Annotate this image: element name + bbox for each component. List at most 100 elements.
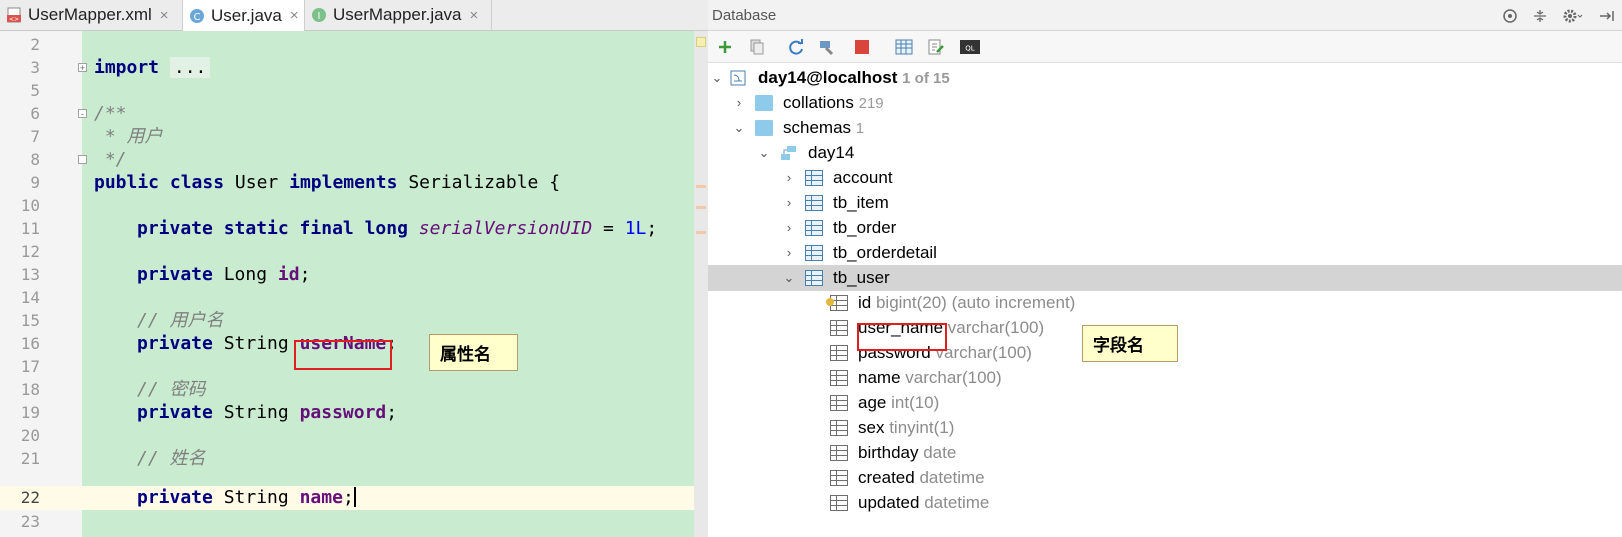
chevron-right-icon[interactable]: › bbox=[782, 190, 796, 216]
tree-node-table[interactable]: › account bbox=[708, 165, 1622, 191]
line-number: 7 bbox=[30, 127, 40, 146]
column-type: tinyint(1) bbox=[889, 418, 955, 437]
chevron-right-icon[interactable]: › bbox=[782, 215, 796, 241]
svg-text:<>: <> bbox=[9, 16, 19, 23]
code-keyword: public bbox=[94, 172, 160, 193]
column-icon bbox=[830, 495, 848, 511]
field-name: id bbox=[277, 264, 300, 285]
code-keyword: import bbox=[94, 57, 160, 78]
type-name: String bbox=[223, 487, 289, 508]
javadoc-open: /** bbox=[94, 103, 127, 124]
column-node[interactable]: created datetime bbox=[708, 465, 1622, 491]
console-label: QL bbox=[965, 45, 975, 53]
column-name: age bbox=[858, 393, 887, 412]
column-node[interactable]: name varchar(100) bbox=[708, 365, 1622, 391]
table-icon[interactable] bbox=[895, 38, 913, 56]
tree-node-table[interactable]: › tb_orderdetail bbox=[708, 240, 1622, 266]
folder-icon bbox=[755, 95, 773, 111]
chevron-down-icon[interactable]: ⌄ bbox=[757, 140, 771, 166]
code-keyword: private static final long bbox=[137, 218, 408, 239]
tree-node-table-selected[interactable]: ⌄ tb_user bbox=[708, 265, 1622, 291]
interface-icon: I bbox=[312, 8, 326, 22]
tree-node-schemas[interactable]: ⌄ schemas 1 bbox=[708, 115, 1622, 141]
highlight-box-column bbox=[857, 323, 947, 351]
chevron-right-icon[interactable]: › bbox=[782, 240, 796, 266]
stop-icon[interactable] bbox=[853, 38, 871, 56]
column-name: id bbox=[858, 293, 872, 312]
refresh-icon[interactable] bbox=[787, 38, 805, 56]
fold-end-icon[interactable] bbox=[78, 155, 87, 164]
folded-imports[interactable]: ... bbox=[169, 57, 211, 78]
tree-node-root[interactable]: ⌄ day14@localhost 1 of 15 bbox=[708, 65, 1622, 91]
column-icon bbox=[830, 320, 848, 336]
code-line: 3 + import ... bbox=[0, 56, 708, 80]
column-name: name bbox=[858, 368, 901, 387]
close-icon[interactable]: × bbox=[290, 7, 299, 24]
column-node[interactable]: age int(10) bbox=[708, 390, 1622, 416]
node-label: collations bbox=[783, 93, 854, 112]
type-name: String bbox=[223, 333, 289, 354]
code-keyword: private bbox=[137, 402, 213, 423]
code-line: 6 - /** bbox=[0, 102, 708, 126]
tab-user-java[interactable]: C User.java × bbox=[183, 0, 305, 31]
code-line: 14 bbox=[0, 286, 708, 310]
semicolon: ; bbox=[646, 218, 658, 239]
add-icon[interactable] bbox=[716, 38, 734, 56]
line-number: 15 bbox=[20, 311, 40, 330]
annotation-property-name: 属性名 bbox=[429, 334, 518, 371]
tab-usermapper-java[interactable]: I UserMapper.java × bbox=[305, 0, 492, 30]
table-label: account bbox=[833, 168, 893, 187]
annotation-column-name: 字段名 bbox=[1082, 325, 1178, 362]
line-number: 13 bbox=[20, 265, 40, 284]
edit-icon[interactable] bbox=[927, 38, 945, 56]
table-icon bbox=[805, 270, 823, 286]
column-name: sex bbox=[858, 418, 885, 437]
svg-text:C: C bbox=[194, 12, 201, 23]
semicolon: ; bbox=[342, 487, 354, 508]
chevron-down-icon[interactable]: ⌄ bbox=[732, 115, 746, 141]
javadoc-text: * 用户 bbox=[94, 126, 163, 147]
column-name: updated bbox=[858, 493, 920, 512]
column-node[interactable]: birthday date bbox=[708, 440, 1622, 466]
tab-label: UserMapper.java bbox=[333, 5, 462, 24]
collapse-icon[interactable] bbox=[1532, 8, 1548, 24]
chevron-down-icon[interactable]: ⌄ bbox=[710, 65, 724, 91]
properties-icon[interactable] bbox=[818, 38, 836, 56]
gear-icon[interactable] bbox=[1562, 8, 1584, 24]
tree-node-table[interactable]: › tb_order bbox=[708, 215, 1622, 241]
line-number: 19 bbox=[20, 403, 40, 422]
code-line: 18 // 密码 bbox=[0, 378, 708, 402]
column-node[interactable]: id bigint(20) (auto increment) bbox=[708, 290, 1622, 316]
close-icon[interactable]: × bbox=[470, 7, 479, 24]
column-node[interactable]: sex tinyint(1) bbox=[708, 415, 1622, 441]
tab-usermapper-xml[interactable]: <> UserMapper.xml × bbox=[0, 0, 183, 30]
folder-icon bbox=[755, 120, 773, 136]
line-number: 11 bbox=[20, 219, 40, 238]
tree-node-schema-day14[interactable]: ⌄ day14 bbox=[708, 140, 1622, 166]
hide-icon[interactable] bbox=[1598, 8, 1616, 24]
column-node[interactable]: updated datetime bbox=[708, 490, 1622, 516]
chevron-right-icon[interactable]: › bbox=[732, 90, 746, 116]
highlight-box-property bbox=[294, 340, 392, 370]
line-number: 22 bbox=[20, 488, 40, 507]
copy-icon[interactable] bbox=[748, 38, 766, 56]
console-icon[interactable]: QL bbox=[959, 38, 981, 56]
code-line: 20 bbox=[0, 424, 708, 448]
line-number: 16 bbox=[20, 334, 40, 353]
semicolon: ; bbox=[386, 402, 398, 423]
table-icon bbox=[805, 245, 823, 261]
column-type: datetime bbox=[924, 493, 990, 512]
target-icon[interactable] bbox=[1502, 8, 1518, 24]
close-icon[interactable]: × bbox=[160, 7, 169, 24]
column-type: varchar(100) bbox=[947, 318, 1045, 337]
chevron-down-icon[interactable]: ⌄ bbox=[782, 265, 796, 291]
line-number: 17 bbox=[20, 357, 40, 376]
fold-expand-icon[interactable]: + bbox=[78, 63, 87, 73]
interface-name: Serializable bbox=[408, 172, 539, 193]
fold-collapse-icon[interactable]: - bbox=[78, 109, 87, 119]
tree-node-table[interactable]: › tb_item bbox=[708, 190, 1622, 216]
tree-node-collations[interactable]: › collations 219 bbox=[708, 90, 1622, 116]
line-number: 6 bbox=[30, 104, 40, 123]
tab-label: User.java bbox=[211, 5, 282, 25]
chevron-right-icon[interactable]: › bbox=[782, 165, 796, 191]
